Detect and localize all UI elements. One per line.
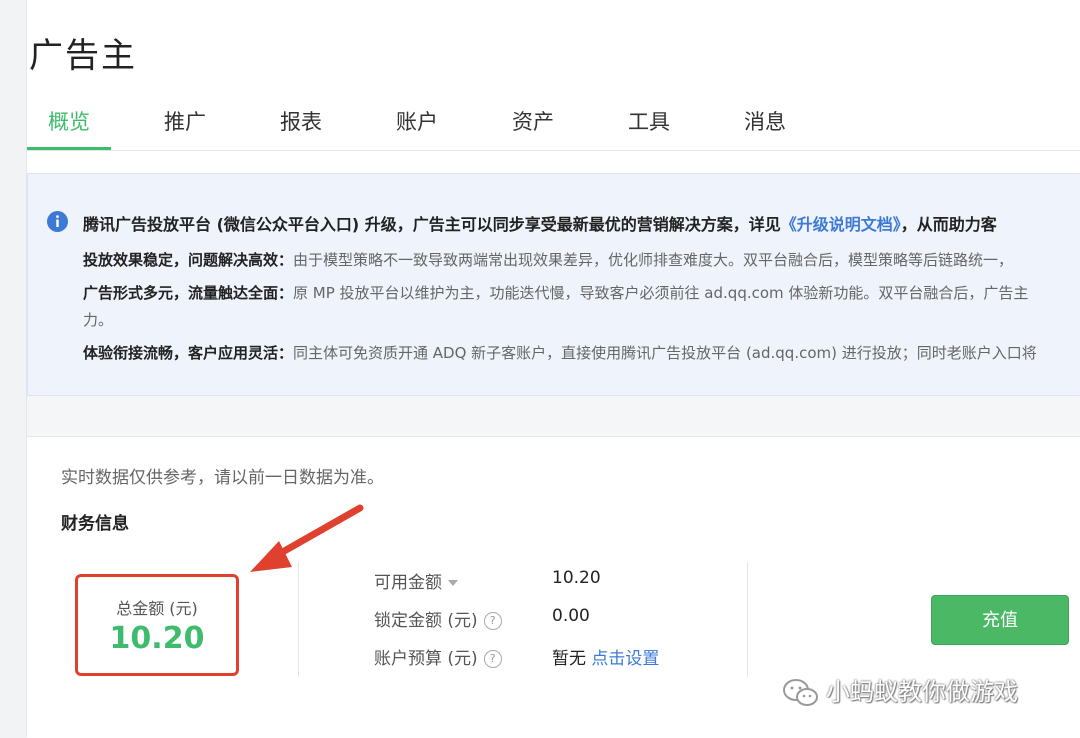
account-budget-status: 暂无 bbox=[552, 649, 586, 669]
locked-amount-label: 锁定金额 (元)? bbox=[374, 606, 502, 631]
main-tabs: 概览 推广 报表 账户 资产 工具 消息 bbox=[27, 96, 1080, 151]
available-amount-label: 可用金额 bbox=[374, 568, 458, 593]
tab-reports[interactable]: 报表 bbox=[280, 106, 322, 136]
page-container: 广告主 概览 推广 报表 账户 资产 工具 消息 腾讯广告投放平台 (微信公众平… bbox=[26, 0, 1080, 738]
tab-promotion[interactable]: 推广 bbox=[164, 106, 206, 136]
set-budget-link[interactable]: 点击设置 bbox=[591, 649, 659, 669]
total-amount-value: 10.20 bbox=[109, 621, 205, 656]
notice-item-title: 体验衔接流畅，客户应用灵活： bbox=[83, 344, 294, 362]
tab-overview[interactable]: 概览 bbox=[48, 106, 90, 136]
notice-item: 投放效果稳定，问题解决高效：由于模型策略不一致导致两端常出现效果差异，优化师排查… bbox=[83, 249, 1013, 270]
upgrade-doc-link[interactable]: 《升级说明文档》 bbox=[781, 215, 901, 234]
watermark-text: 小蚂蚁教你做游戏 bbox=[826, 678, 1018, 706]
info-icon bbox=[47, 211, 68, 232]
notice-headline-text: 腾讯广告投放平台 (微信公众平台入口) 升级，广告主可以同步享受最新最优的营销解… bbox=[83, 215, 781, 234]
notice-item-text: 原 MP 投放平台以维护为主，功能迭代慢，导致客户必须前往 ad.qq.com … bbox=[293, 284, 1029, 302]
divider bbox=[747, 562, 748, 677]
total-amount-label: 总金额 (元) bbox=[116, 599, 198, 618]
caret-down-icon[interactable] bbox=[448, 580, 458, 586]
tab-account[interactable]: 账户 bbox=[396, 106, 438, 136]
available-amount-label-text: 可用金额 bbox=[374, 573, 442, 593]
upgrade-notice: 腾讯广告投放平台 (微信公众平台入口) 升级，广告主可以同步享受最新最优的营销解… bbox=[27, 173, 1080, 396]
notice-headline-tail: ，从而助力客 bbox=[900, 215, 997, 234]
section-gap bbox=[27, 396, 1080, 436]
available-amount-value: 10.20 bbox=[552, 568, 601, 588]
notice-item-text: 同主体可免资质开通 ADQ 新子客账户，直接使用腾讯广告投放平台 (ad.qq.… bbox=[293, 344, 1037, 362]
account-budget-value: 暂无 点击设置 bbox=[552, 644, 659, 669]
realtime-hint: 实时数据仅供参考，请以前一日数据为准。 bbox=[61, 468, 384, 488]
notice-item: 体验衔接流畅，客户应用灵活：同主体可免资质开通 ADQ 新子客账户，直接使用腾讯… bbox=[83, 342, 1037, 363]
total-amount-box: 总金额 (元) 10.20 bbox=[75, 574, 239, 676]
account-budget-label: 账户预算 (元)? bbox=[374, 644, 502, 669]
locked-amount-value: 0.00 bbox=[552, 606, 590, 626]
locked-amount-label-text: 锁定金额 (元) bbox=[374, 611, 478, 631]
wechat-icon bbox=[783, 679, 818, 706]
tab-tools[interactable]: 工具 bbox=[628, 106, 670, 136]
watermark: 小蚂蚁教你做游戏 bbox=[782, 672, 1018, 708]
notice-item-title: 广告形式多元，流量触达全面： bbox=[83, 284, 294, 302]
notice-item-text: 由于模型策略不一致导致两端常出现效果差异，优化师排查难度大。双平台融合后，模型策… bbox=[293, 251, 1014, 269]
notice-headline: 腾讯广告投放平台 (微信公众平台入口) 升级，广告主可以同步享受最新最优的营销解… bbox=[83, 211, 997, 235]
tab-assets[interactable]: 资产 bbox=[512, 106, 554, 136]
help-icon[interactable]: ? bbox=[483, 612, 502, 630]
notice-item: 广告形式多元，流量触达全面：原 MP 投放平台以维护为主，功能迭代慢，导致客户必… bbox=[83, 282, 1028, 303]
tab-messages[interactable]: 消息 bbox=[744, 106, 786, 136]
recharge-button[interactable]: 充值 bbox=[931, 595, 1069, 645]
page-title: 广告主 bbox=[29, 36, 137, 76]
notice-item-title: 投放效果稳定，问题解决高效： bbox=[83, 251, 294, 269]
active-tab-indicator bbox=[27, 147, 111, 150]
account-budget-label-text: 账户预算 (元) bbox=[374, 649, 478, 669]
help-icon[interactable]: ? bbox=[483, 650, 502, 668]
finance-section-title: 财务信息 bbox=[61, 514, 129, 534]
divider bbox=[298, 562, 299, 677]
notice-item-wrap: 力。 bbox=[83, 311, 114, 329]
